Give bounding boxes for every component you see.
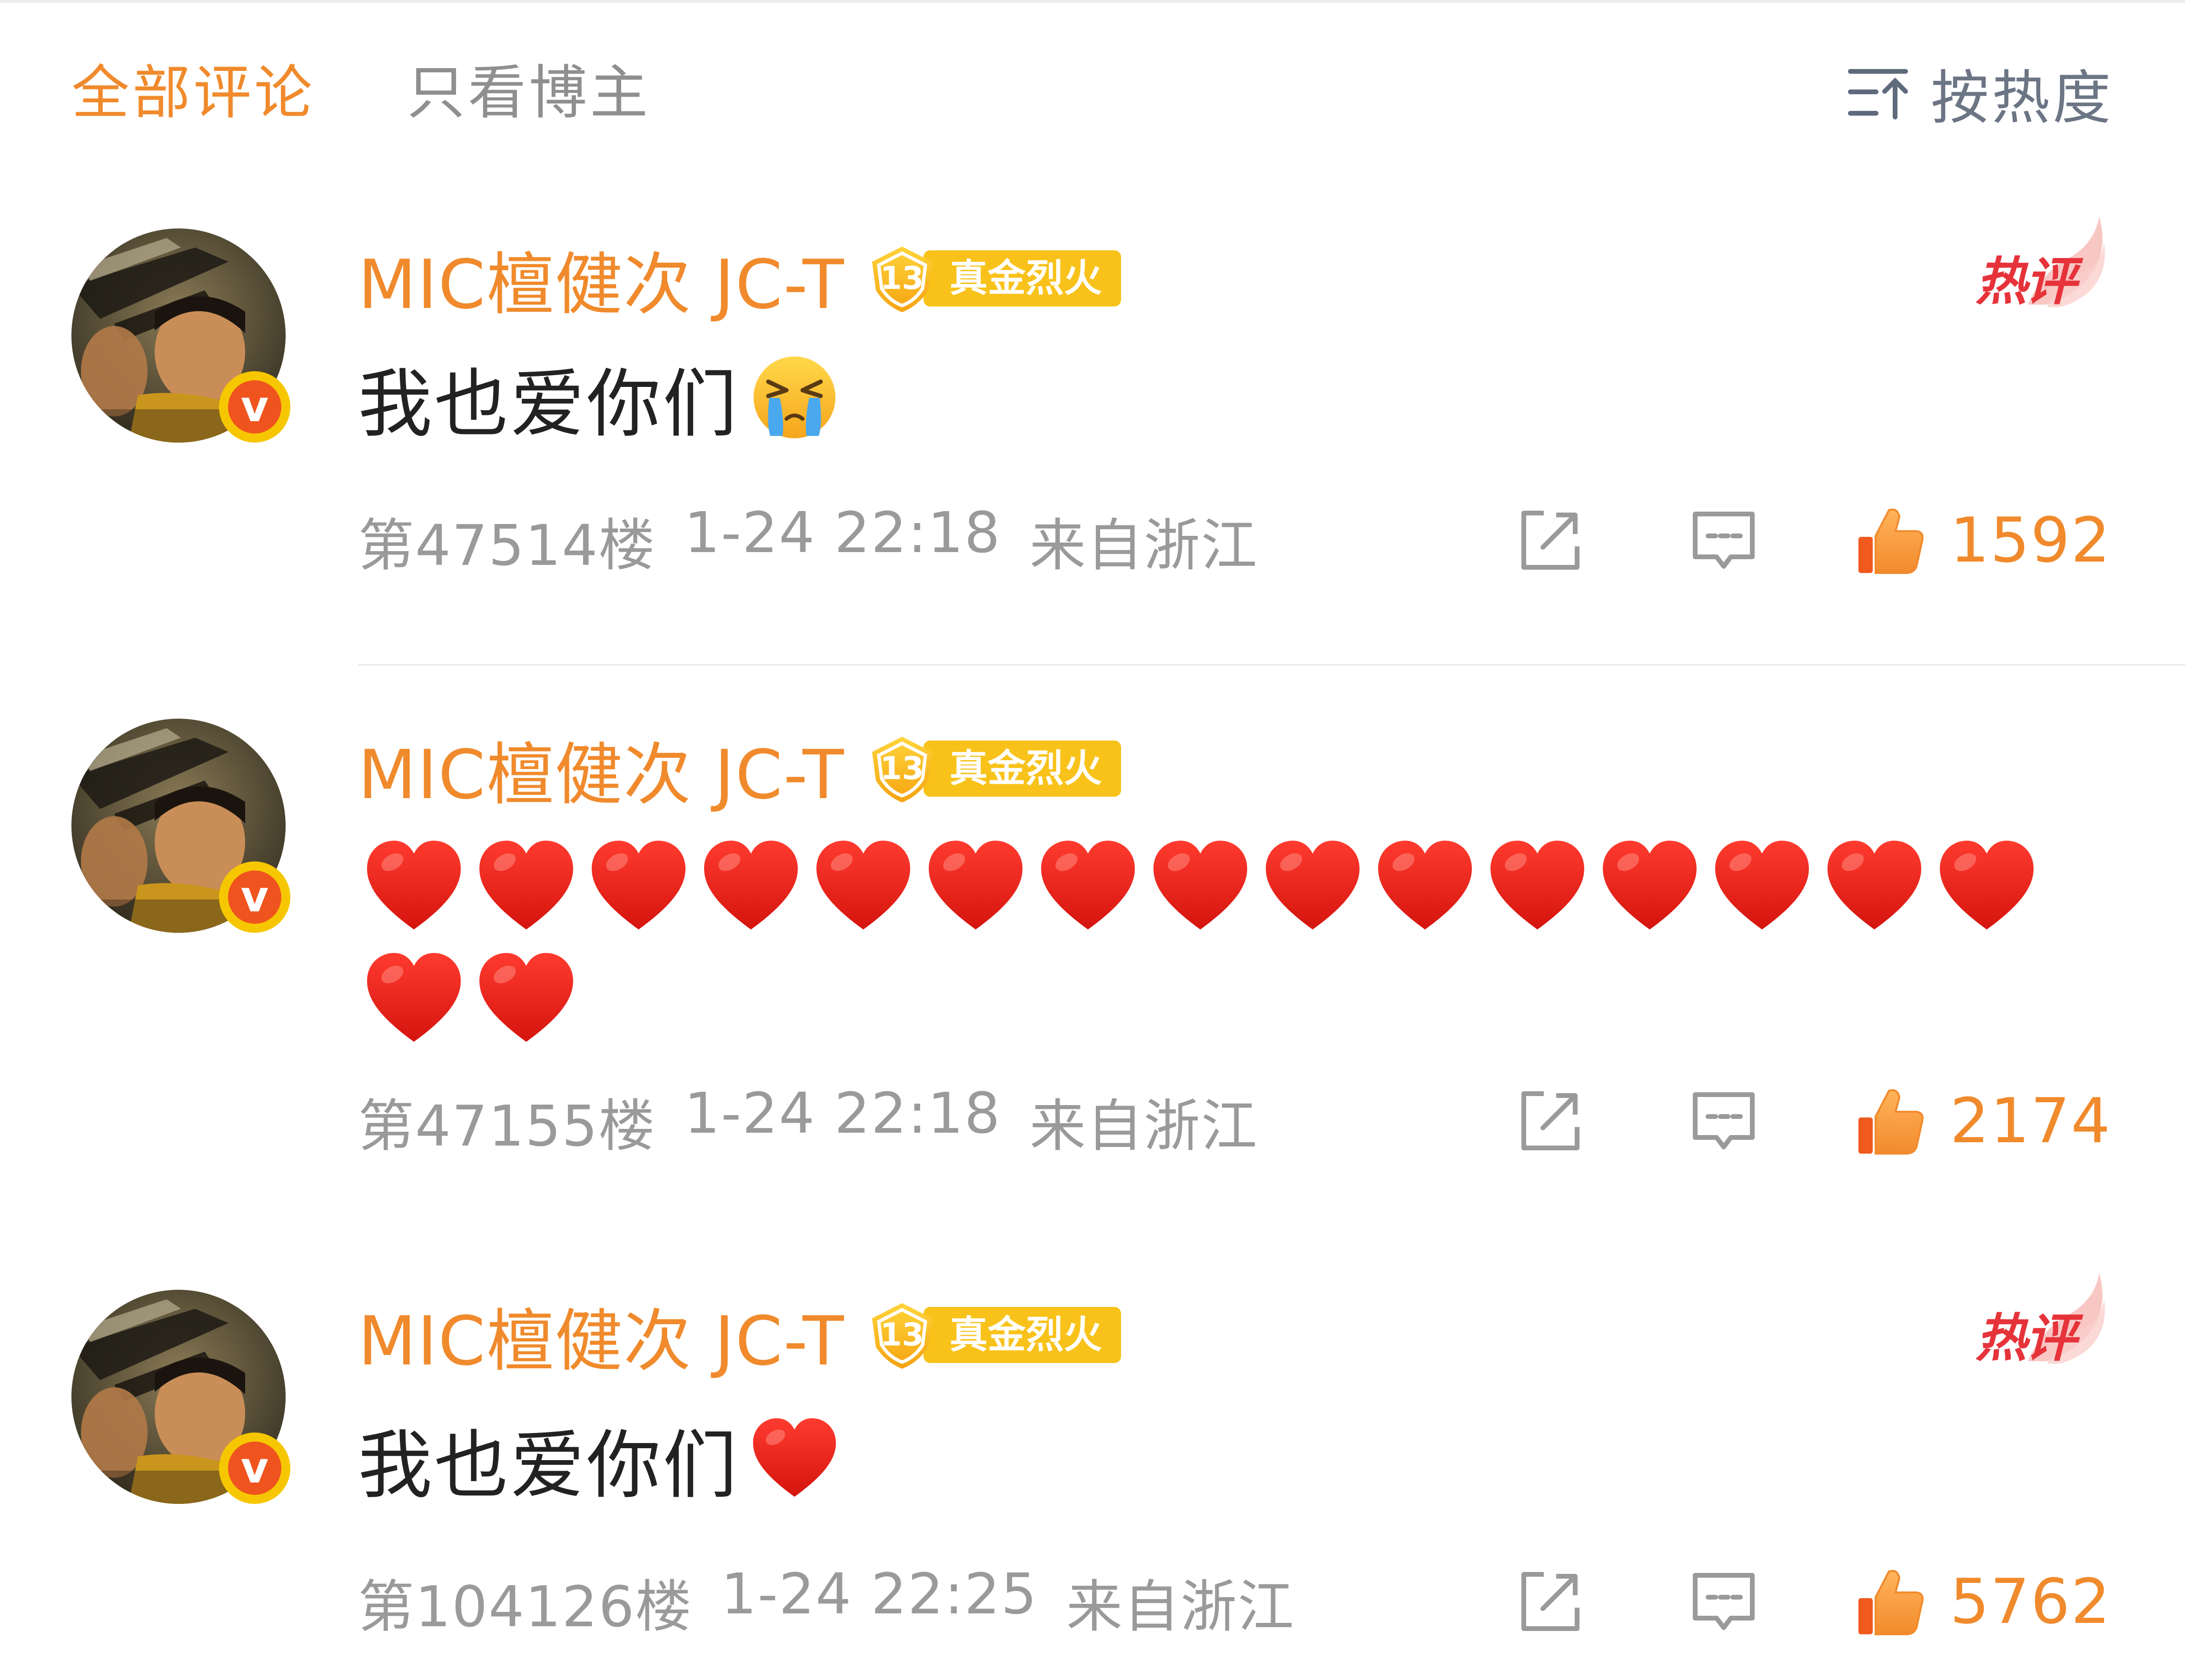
comment-time: 1-24 22:18: [684, 500, 1001, 565]
floor-number: 第47155楼: [358, 1093, 656, 1159]
hot-label: 热评: [1976, 1309, 2076, 1368]
like-count: 1592: [1950, 504, 2111, 576]
comment-icon: [1688, 1085, 1759, 1156]
reply-button[interactable]: [1688, 1566, 1759, 1637]
sort-by-hot-button[interactable]: 按热度: [1847, 52, 2114, 133]
comment-meta: 第104126楼 1-24 22:25 来自浙江: [358, 1561, 1295, 1642]
hot-comment-badge: 热评: [1976, 1271, 2109, 1371]
comment-time: 1-24 22:25: [721, 1561, 1038, 1627]
hot-comment-badge: 热评: [1976, 214, 2109, 314]
heart-emoji-list: [358, 830, 2053, 1055]
hot-label: 热评: [1976, 252, 2076, 312]
red-heart-emoji: [583, 830, 695, 943]
username[interactable]: MIC檀健次 JC-T: [358, 229, 845, 327]
comment-header: MIC檀健次 JC-T 13 真金烈火: [358, 1295, 1121, 1381]
medal-level: 13: [880, 260, 924, 296]
tab-all-comments[interactable]: 全部评论: [71, 52, 315, 133]
red-heart-emoji: [695, 830, 807, 943]
share-button[interactable]: [1514, 1085, 1586, 1156]
share-icon: [1514, 504, 1586, 576]
share-icon: [1514, 1566, 1586, 1637]
reply-button[interactable]: [1688, 504, 1759, 576]
comment-actions: 2174: [1514, 1080, 2111, 1161]
medal-shield-icon: 13: [866, 243, 938, 314]
red-heart-emoji: [920, 830, 1032, 943]
comment-actions: 1592: [1514, 500, 2111, 581]
red-heart-emoji: [470, 943, 583, 1055]
crying-face-emoji: [749, 352, 840, 443]
comment-tabs: 全部评论 只看博主 按热度: [71, 52, 2114, 133]
comment-location: 来自浙江: [1066, 1574, 1295, 1640]
comment-text-content: 我也爱你们: [358, 361, 739, 447]
sort-label: 按热度: [1931, 64, 2114, 132]
comment-time: 1-24 22:18: [684, 1080, 1001, 1146]
thumbs-up-icon: [1857, 1570, 1924, 1635]
thumbs-up-icon: [1857, 508, 1924, 574]
comment-meta: 第47514楼 1-24 22:18 来自浙江: [358, 500, 1258, 581]
red-heart-emoji: [1144, 830, 1257, 943]
share-button[interactable]: [1514, 504, 1586, 576]
red-heart-emoji: [358, 830, 470, 943]
comment-location: 来自浙江: [1029, 513, 1258, 578]
like-button[interactable]: 2174: [1855, 1085, 2111, 1157]
like-count: 5762: [1950, 1565, 2111, 1638]
avatar[interactable]: v: [71, 1290, 290, 1504]
medal-shield-icon: 13: [866, 1299, 938, 1371]
avatar[interactable]: v: [71, 719, 290, 933]
comment-header: MIC檀健次 JC-T 13 真金烈火: [358, 728, 1121, 814]
red-heart-emoji: [1594, 830, 1706, 943]
comment-divider: [358, 664, 2185, 666]
medal-label: 真金烈火: [923, 741, 1121, 797]
username[interactable]: MIC檀健次 JC-T: [358, 720, 845, 818]
avatar[interactable]: v: [71, 228, 290, 443]
red-heart-emoji: [1481, 830, 1594, 943]
medal-label: 真金烈火: [923, 1307, 1121, 1363]
share-icon: [1514, 1085, 1586, 1156]
verified-v-icon: v: [219, 861, 290, 933]
reply-button[interactable]: [1688, 1085, 1759, 1156]
medal-label: 真金烈火: [923, 250, 1121, 306]
red-heart-emoji: [749, 1413, 840, 1504]
verified-v-icon: v: [219, 1433, 290, 1504]
sort-icon: [1848, 69, 1908, 119]
red-heart-emoji: [470, 830, 583, 943]
red-heart-emoji: [1369, 830, 1481, 943]
comment-text-content: 我也爱你们: [358, 1422, 739, 1509]
comment-text: 我也爱你们: [358, 347, 840, 447]
red-heart-emoji: [1931, 830, 2043, 943]
comment-header: MIC檀健次 JC-T 13 真金烈火: [358, 238, 1121, 324]
medal-shield-icon: 13: [866, 733, 938, 804]
thumbs-up-icon: [1857, 1089, 1924, 1155]
fan-medal[interactable]: 13 真金烈火: [866, 1299, 1121, 1371]
comment-actions: 5762: [1514, 1561, 2111, 1642]
red-heart-emoji: [1706, 830, 1818, 943]
fan-medal[interactable]: 13 真金烈火: [866, 243, 1121, 314]
medal-level: 13: [880, 1316, 924, 1353]
like-count: 2174: [1950, 1085, 2111, 1157]
like-button[interactable]: 5762: [1855, 1565, 2111, 1638]
verified-v-icon: v: [219, 371, 290, 443]
comment-text: 我也爱你们: [358, 1409, 840, 1509]
like-button[interactable]: 1592: [1855, 504, 2111, 576]
fan-medal[interactable]: 13 真金烈火: [866, 733, 1121, 804]
username[interactable]: MIC檀健次 JC-T: [358, 1286, 845, 1384]
comment-icon: [1688, 504, 1759, 576]
comment-meta: 第47155楼 1-24 22:18 来自浙江: [358, 1080, 1258, 1162]
comment-icon: [1688, 1566, 1759, 1637]
floor-number: 第104126楼: [358, 1574, 693, 1640]
share-button[interactable]: [1514, 1566, 1586, 1637]
red-heart-emoji: [358, 943, 470, 1055]
red-heart-emoji: [1257, 830, 1369, 943]
red-heart-emoji: [1818, 830, 1931, 943]
tab-blogger-only[interactable]: 只看博主: [407, 52, 651, 133]
comment-location: 来自浙江: [1029, 1093, 1258, 1159]
red-heart-emoji: [807, 830, 920, 943]
floor-number: 第47514楼: [358, 513, 656, 578]
top-divider: [0, 0, 2185, 3]
medal-level: 13: [880, 750, 924, 787]
red-heart-emoji: [1032, 830, 1144, 943]
